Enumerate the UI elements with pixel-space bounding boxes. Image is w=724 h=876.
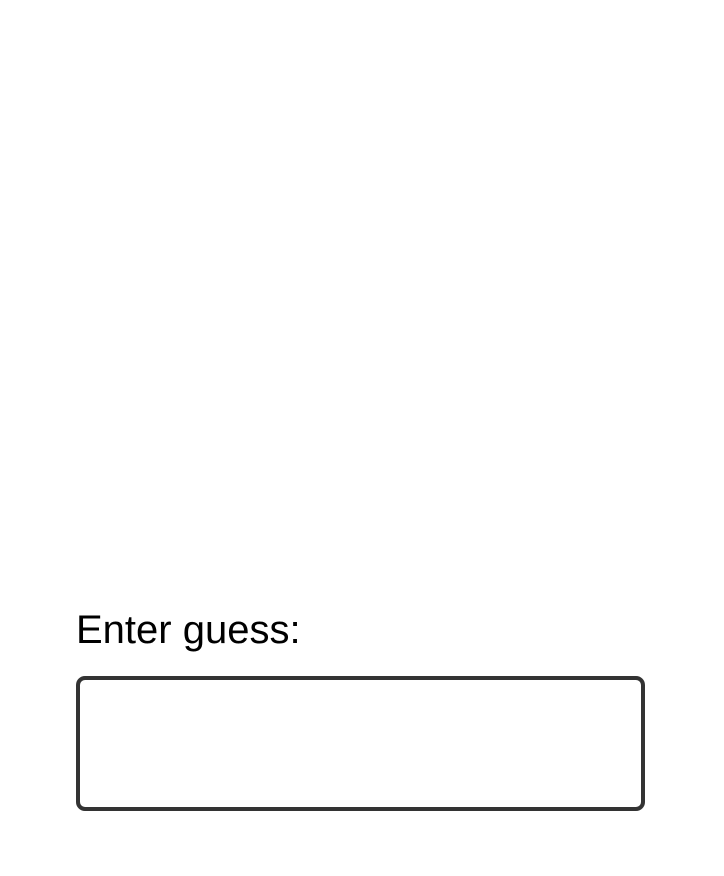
guess-input[interactable]: [76, 676, 645, 811]
guess-label: Enter guess:: [76, 608, 301, 652]
guess-form: Enter guess:: [76, 604, 645, 811]
